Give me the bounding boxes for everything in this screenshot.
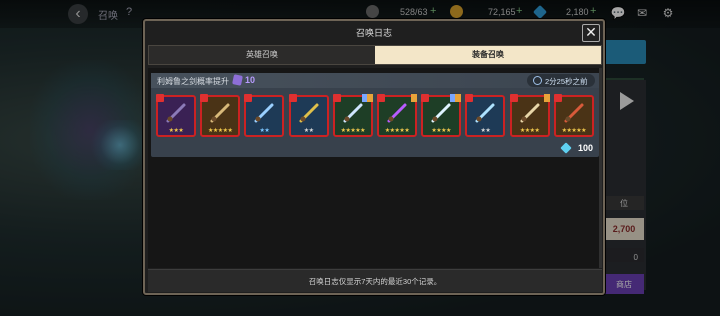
dialog-title: 召唤日志: [355, 28, 392, 38]
item-slot-bow[interactable]: ★★★: [156, 94, 196, 137]
star-rating: ★★★★★: [340, 128, 366, 134]
bow-icon: [164, 101, 188, 125]
clock-icon: [533, 76, 542, 85]
timestamp: 2分25秒之前: [545, 77, 588, 86]
log-entry-header: 利姆鲁之剑概率提升 10 2分25秒之前: [151, 73, 599, 88]
timestamp-badge: 2分25秒之前: [527, 74, 595, 87]
star-rating: ★★: [303, 128, 314, 134]
close-button[interactable]: ✕: [582, 24, 600, 42]
orange-bookmark-icon: [411, 94, 417, 102]
ticket-icon: [232, 74, 243, 86]
dagger-icon: [252, 101, 276, 125]
item-slot-gem-staff[interactable]: ★★★★★: [377, 94, 417, 137]
item-slot-dagger[interactable]: ★★: [244, 94, 285, 137]
log-list[interactable]: 利姆鲁之剑概率提升 10 2分25秒之前 ★★★ ★★★★★ ★★ ★★ ★★★★★ ★★…: [148, 68, 602, 268]
star-rating: ★★★★★: [384, 128, 410, 134]
footer: 召唤日志仅显示7天内的最近30个记录。: [148, 269, 602, 292]
scrollbar[interactable]: [599, 68, 602, 268]
item-slot-greatsword[interactable]: ★★★★★: [332, 94, 373, 137]
log-entry: 利姆鲁之剑概率提升 10 2分25秒之前 ★★★ ★★★★★ ★★ ★★ ★★★★★ ★★…: [151, 73, 599, 157]
tab-bar: 英雄召唤 装备召唤: [148, 45, 602, 65]
ticket-count: 10: [245, 75, 256, 85]
item-slot-sword[interactable]: ★★★★★: [200, 94, 241, 137]
footer-note: 召唤日志仅显示7天内的最近30个记录。: [308, 277, 442, 286]
star-rating: ★★★★★: [207, 128, 233, 134]
crossbow-icon: [473, 101, 497, 125]
new-badge-icon: [244, 94, 253, 102]
gauntlet-icon: [297, 101, 321, 125]
star-rating: ★★★★: [431, 128, 451, 134]
tab-hero-summon[interactable]: 英雄召唤: [149, 46, 375, 64]
item-slot-crossbow[interactable]: ★★: [465, 94, 506, 137]
star-rating: ★★★: [168, 128, 184, 134]
diamond-icon: [560, 142, 572, 154]
greatsword-icon: [341, 101, 365, 125]
orange-bookmark-icon: [543, 94, 550, 102]
star-rating: ★★: [480, 128, 491, 134]
summon-cost: 100: [577, 143, 593, 153]
tab-equipment-summon[interactable]: 装备召唤: [375, 46, 601, 64]
new-badge-icon: [200, 94, 209, 102]
turtle-shield-icon: [562, 101, 586, 125]
axe-icon: [518, 101, 542, 125]
orange-bookmark-icon: [455, 94, 462, 102]
orange-bookmark-icon: [366, 94, 373, 102]
new-badge-icon: [288, 94, 297, 102]
new-badge-icon: [421, 94, 430, 102]
item-slot-gauntlet[interactable]: ★★: [288, 94, 329, 137]
new-badge-icon: [553, 94, 562, 102]
new-badge-icon: [377, 94, 385, 102]
new-badge-icon: [156, 94, 164, 102]
star-rating: ★★: [259, 128, 270, 134]
item-slot-holy-sword[interactable]: ★★★★: [421, 94, 462, 137]
item-slot-turtle-shield[interactable]: ★★★★★: [553, 94, 594, 137]
new-badge-icon: [332, 94, 341, 102]
banner-name: 利姆鲁之剑概率提升: [157, 77, 229, 86]
star-rating: ★★★★★: [561, 128, 587, 134]
star-rating: ★★★★: [519, 128, 540, 134]
new-badge-icon: [509, 94, 518, 102]
holy-sword-icon: [429, 101, 453, 125]
sword-icon: [208, 101, 232, 125]
item-slot-axe[interactable]: ★★★★: [509, 94, 550, 137]
new-badge-icon: [465, 94, 474, 102]
summon-log-dialog: 召唤日志 ✕ 英雄召唤 装备召唤 利姆鲁之剑概率提升 10 2分25秒之前 ★★…: [143, 19, 605, 295]
gem-staff-icon: [385, 101, 409, 125]
